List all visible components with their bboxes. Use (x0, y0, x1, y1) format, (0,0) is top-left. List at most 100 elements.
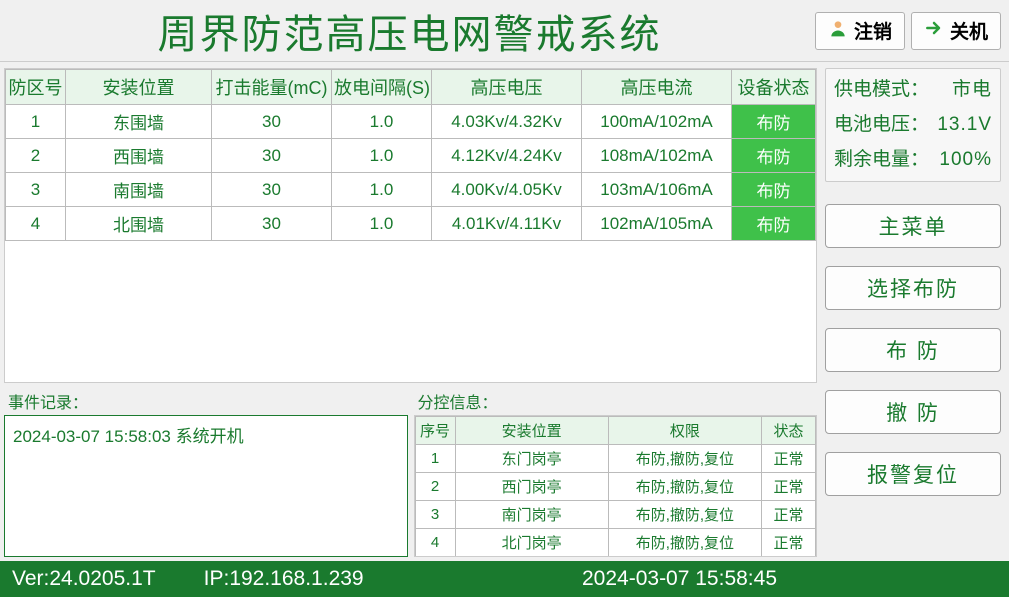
datetime: 2024-03-07 15:58:45 (582, 567, 777, 591)
zone-cell: 南围墙 (66, 173, 212, 207)
zone-cell: 102mA/105mA (582, 207, 732, 241)
zone-cell: 4 (6, 207, 66, 241)
sub-cell: 南门岗亭 (455, 501, 608, 529)
event-log-box: 2024-03-07 15:58:03 系统开机 (4, 415, 408, 557)
sub-row[interactable]: 1东门岗亭布防,撤防,复位正常 (415, 445, 816, 473)
zone-status: 布防 (732, 105, 816, 139)
sub-cell: 4 (415, 529, 455, 557)
zone-cell: 30 (212, 105, 332, 139)
zone-cell: 1.0 (332, 105, 432, 139)
zone-cell: 西围墙 (66, 139, 212, 173)
sub-cell: 布防,撤防,复位 (608, 529, 761, 557)
select-arm-button[interactable]: 选择布防 (825, 266, 1001, 310)
lower-row: 事件记录： 2024-03-07 15:58:03 系统开机 分控信息： 序号安… (4, 387, 817, 557)
sub-cell: 布防,撤防,复位 (608, 445, 761, 473)
battery-percent-row: 剩余电量： 100% (834, 149, 992, 172)
sub-cell: 正常 (762, 445, 816, 473)
zone-header: 设备状态 (732, 70, 816, 105)
right-column: 供电模式： 市电 电池电压： 13.1V 剩余电量： 100% 主菜单 选择布防… (821, 62, 1009, 561)
zone-cell: 东围墙 (66, 105, 212, 139)
header: 周界防范高压电网警戒系统 注销 关机 (0, 0, 1009, 62)
sub-row[interactable]: 3南门岗亭布防,撤防,复位正常 (415, 501, 816, 529)
zone-cell: 30 (212, 207, 332, 241)
zone-cell: 北围墙 (66, 207, 212, 241)
power-mode-value: 市电 (952, 79, 992, 102)
battery-voltage-value: 13.1V (937, 114, 992, 137)
zone-header: 防区号 (6, 70, 66, 105)
zone-status: 布防 (732, 173, 816, 207)
zone-cell: 108mA/102mA (582, 139, 732, 173)
alarm-reset-button[interactable]: 报警复位 (825, 452, 1001, 496)
zone-cell: 100mA/102mA (582, 105, 732, 139)
zone-table: 防区号安装位置打击能量(mC)放电间隔(S)高压电压高压电流设备状态 1东围墙3… (4, 68, 817, 383)
battery-percent-label: 剩余电量： (834, 149, 929, 172)
sub-cell: 正常 (762, 501, 816, 529)
sub-cell: 西门岗亭 (455, 473, 608, 501)
sub-cell: 布防,撤防,复位 (608, 501, 761, 529)
battery-percent-value: 100% (939, 149, 992, 172)
sub-cell: 北门岗亭 (455, 529, 608, 557)
zone-row[interactable]: 3南围墙301.04.00Kv/4.05Kv103mA/106mA布防 (6, 173, 816, 207)
event-log-title: 事件记录： (4, 387, 408, 415)
sub-header: 安装位置 (455, 417, 608, 445)
sub-cell: 布防,撤防,复位 (608, 473, 761, 501)
app-title: 周界防范高压电网警戒系统 (4, 2, 815, 60)
battery-voltage-label: 电池电压： (834, 114, 929, 137)
sub-header: 权限 (608, 417, 761, 445)
zone-row[interactable]: 1东围墙301.04.03Kv/4.32Kv100mA/102mA布防 (6, 105, 816, 139)
sub-header: 序号 (415, 417, 455, 445)
zone-cell: 2 (6, 139, 66, 173)
shutdown-label: 关机 (950, 17, 988, 44)
zone-header: 安装位置 (66, 70, 212, 105)
zone-cell: 4.12Kv/4.24Kv (432, 139, 582, 173)
sub-cell: 3 (415, 501, 455, 529)
zone-cell: 30 (212, 173, 332, 207)
zone-header: 高压电流 (582, 70, 732, 105)
event-log-panel: 事件记录： 2024-03-07 15:58:03 系统开机 (4, 387, 408, 557)
power-info-panel: 供电模式： 市电 电池电压： 13.1V 剩余电量： 100% (825, 68, 1001, 182)
zone-status: 布防 (732, 139, 816, 173)
main-area: 防区号安装位置打击能量(mC)放电间隔(S)高压电压高压电流设备状态 1东围墙3… (0, 62, 1009, 561)
zone-cell: 4.01Kv/4.11Kv (432, 207, 582, 241)
battery-voltage-row: 电池电压： 13.1V (834, 114, 992, 137)
sub-cell: 1 (415, 445, 455, 473)
sub-row[interactable]: 4北门岗亭布防,撤防,复位正常 (415, 529, 816, 557)
zone-cell: 3 (6, 173, 66, 207)
zone-cell: 1 (6, 105, 66, 139)
zone-cell: 4.00Kv/4.05Kv (432, 173, 582, 207)
sub-info-title: 分控信息： (414, 387, 818, 415)
zone-cell: 4.03Kv/4.32Kv (432, 105, 582, 139)
ip-address: IP:192.168.1.239 (204, 567, 364, 591)
main-menu-button[interactable]: 主菜单 (825, 204, 1001, 248)
power-mode-row: 供电模式： 市电 (834, 79, 992, 102)
sub-cell: 东门岗亭 (455, 445, 608, 473)
zone-cell: 1.0 (332, 173, 432, 207)
sub-cell: 正常 (762, 529, 816, 557)
zone-cell: 103mA/106mA (582, 173, 732, 207)
logout-button[interactable]: 注销 (815, 12, 905, 50)
zone-row[interactable]: 2西围墙301.04.12Kv/4.24Kv108mA/102mA布防 (6, 139, 816, 173)
zone-cell: 1.0 (332, 139, 432, 173)
sub-cell: 正常 (762, 473, 816, 501)
zone-row[interactable]: 4北围墙301.04.01Kv/4.11Kv102mA/105mA布防 (6, 207, 816, 241)
zone-status: 布防 (732, 207, 816, 241)
zone-header: 高压电压 (432, 70, 582, 105)
sub-header: 状态 (762, 417, 816, 445)
zone-cell: 1.0 (332, 207, 432, 241)
version: Ver:24.0205.1T (12, 567, 156, 591)
sub-info-panel: 分控信息： 序号安装位置权限状态 1东门岗亭布防,撤防,复位正常2西门岗亭布防,… (414, 387, 818, 557)
sidebar-buttons: 主菜单 选择布防 布 防 撤 防 报警复位 (825, 188, 1001, 496)
status-bar: Ver:24.0205.1T IP:192.168.1.239 2024-03-… (0, 561, 1009, 597)
user-icon (828, 18, 848, 44)
header-buttons: 注销 关机 (815, 12, 1005, 50)
shutdown-button[interactable]: 关机 (911, 12, 1001, 50)
zone-cell: 30 (212, 139, 332, 173)
power-mode-label: 供电模式： (834, 79, 929, 102)
event-line: 2024-03-07 15:58:03 系统开机 (13, 422, 399, 447)
sub-row[interactable]: 2西门岗亭布防,撤防,复位正常 (415, 473, 816, 501)
zone-header: 放电间隔(S) (332, 70, 432, 105)
arm-button[interactable]: 布 防 (825, 328, 1001, 372)
sub-cell: 2 (415, 473, 455, 501)
sub-info-table: 序号安装位置权限状态 1东门岗亭布防,撤防,复位正常2西门岗亭布防,撤防,复位正… (414, 415, 818, 557)
disarm-button[interactable]: 撤 防 (825, 390, 1001, 434)
